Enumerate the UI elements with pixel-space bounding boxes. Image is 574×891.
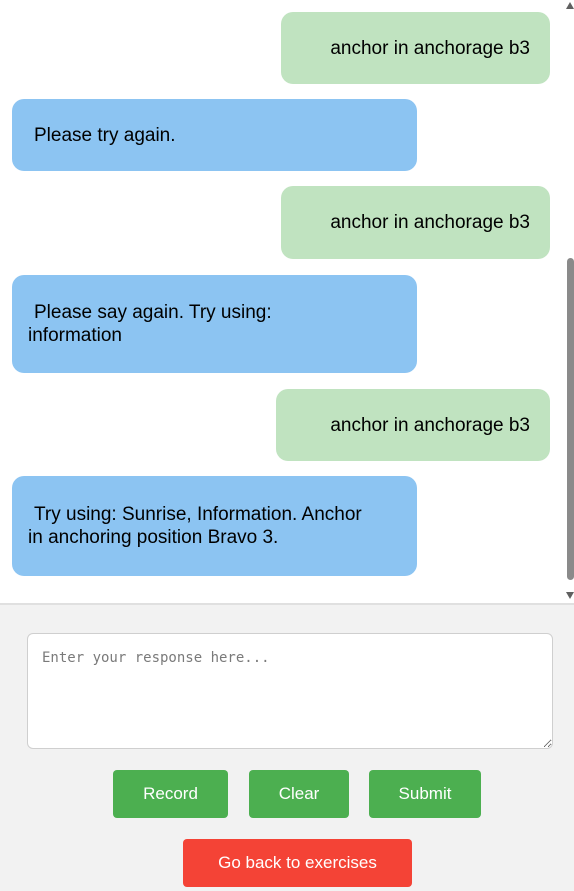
user-message: anchor in anchorage b3	[281, 186, 550, 259]
user-message-text: anchor in anchorage b3	[330, 414, 530, 436]
response-controls: Record Clear Submit Go back to exercises	[0, 605, 574, 891]
response-input[interactable]	[27, 633, 553, 749]
record-button[interactable]: Record	[113, 770, 228, 818]
clear-button[interactable]: Clear	[249, 770, 349, 818]
bot-message-text: Try using: Sunrise, Information. Anchor …	[28, 504, 362, 548]
submit-button[interactable]: Submit	[369, 770, 481, 818]
user-message: anchor in anchorage b3	[281, 12, 550, 84]
bot-message: Please try again.	[12, 99, 417, 171]
user-message-text: anchor in anchorage b3	[330, 212, 530, 233]
scrollbar-thumb[interactable]	[567, 258, 574, 580]
chat-scrollbar[interactable]	[566, 0, 574, 604]
chat-history[interactable]: anchor in anchorage b3 Please try again.…	[0, 0, 574, 604]
bot-message-text: Please say again. Try using: information	[28, 302, 272, 346]
scroll-up-arrow-icon[interactable]	[566, 2, 574, 9]
user-message: anchor in anchorage b3	[276, 389, 550, 461]
bot-message: Try using: Sunrise, Information. Anchor …	[12, 476, 417, 576]
back-to-exercises-button[interactable]: Go back to exercises	[183, 839, 412, 887]
user-message-text: anchor in anchorage b3	[330, 37, 530, 59]
bot-message: Please say again. Try using: information	[12, 275, 417, 373]
bot-message-text: Please try again.	[34, 124, 176, 146]
scroll-down-arrow-icon[interactable]	[566, 592, 574, 599]
